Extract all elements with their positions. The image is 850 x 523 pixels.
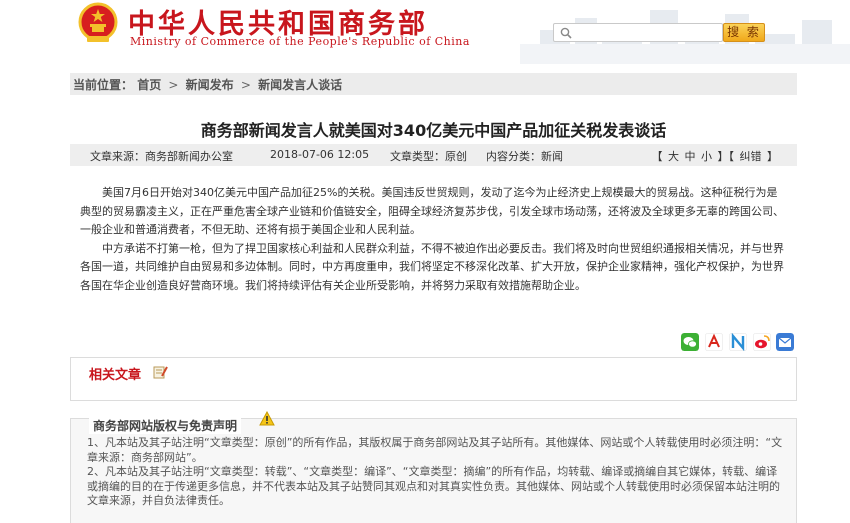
breadcrumb-separator: > <box>240 78 251 92</box>
wechat-share-icon[interactable] <box>681 333 699 351</box>
error-report-button[interactable]: 纠错 <box>740 150 762 163</box>
pdf-share-icon[interactable] <box>705 333 723 351</box>
breadcrumb-news-release-link[interactable]: 新闻发布 <box>186 78 234 92</box>
site-header: 中华人民共和国商务部 Ministry of Commerce of the P… <box>0 0 850 64</box>
bracket-middle: 】【 <box>717 150 735 163</box>
bracket-close: 】 <box>767 150 778 163</box>
article-title: 商务部新闻发言人就美国对340亿美元中国产品加征关税发表谈话 <box>200 121 667 140</box>
article-source: 文章来源：商务部新闻办公室 <box>90 150 233 163</box>
search-icon <box>560 27 572 39</box>
breadcrumb-spokesperson-link[interactable]: 新闻发言人谈话 <box>258 78 342 92</box>
copyright-text: 1、凡本站及其子站注明“文章类型：原创”的所有作品，其版权属于商务部网站及其子站… <box>87 436 787 509</box>
font-medium-button[interactable]: 中 <box>685 150 696 163</box>
related-articles-title: 相关文章 <box>89 368 142 383</box>
copyright-title: 商务部网站版权与免责声明 <box>89 417 242 434</box>
font-small-button[interactable]: 小 <box>701 150 712 163</box>
search-input[interactable] <box>553 23 723 42</box>
breadcrumb-separator: > <box>168 78 179 92</box>
article-body: 美国7月6日开始对340亿美元中国产品加征25%的关税。美国违反世贸规则，发动了… <box>80 184 788 295</box>
n-share-icon[interactable] <box>729 333 747 351</box>
breadcrumb-prefix: 当前位置： <box>73 78 134 92</box>
copyright-item: 2、凡本站及其子站注明“文章类型：转载”、“文章类型：编译”、“文章类型：摘编”… <box>87 465 780 507</box>
article-type: 文章类型：原创 <box>390 150 467 163</box>
font-large-button[interactable]: 大 <box>668 150 679 163</box>
national-emblem-icon[interactable] <box>78 2 118 44</box>
copyright-disclaimer-section: 商务部网站版权与免责声明 1、凡本站及其子站注明“文章类型：原创”的所有作品，其… <box>70 411 797 523</box>
copyright-item: 1、凡本站及其子站注明“文章类型：原创”的所有作品，其版权属于商务部网站及其子站… <box>87 436 783 464</box>
warning-icon <box>259 411 275 426</box>
article-category: 内容分类：新闻 <box>486 150 563 163</box>
site-title-english[interactable]: Ministry of Commerce of the People's Rep… <box>130 35 470 48</box>
font-size-controls: 【 大 中 小 】【 纠错 】 <box>651 148 780 164</box>
bracket-open: 【 <box>651 150 663 163</box>
article-date: 2018-07-06 12:05 <box>270 148 370 161</box>
breadcrumb-home-link[interactable]: 首页 <box>137 78 161 92</box>
article-meta-bar: 文章来源：商务部新闻办公室 2018-07-06 12:05 文章类型：原创 内… <box>70 144 797 166</box>
pencil-note-icon <box>153 366 168 379</box>
search-button[interactable]: 搜 索 <box>723 23 765 42</box>
weibo-share-icon[interactable] <box>753 333 771 351</box>
email-share-icon[interactable] <box>776 333 794 351</box>
article-paragraph: 美国7月6日开始对340亿美元中国产品加征25%的关税。美国违反世贸规则，发动了… <box>80 186 784 236</box>
breadcrumb: 当前位置： 首页 > 新闻发布 > 新闻发言人谈话 <box>70 73 797 95</box>
article-paragraph: 中方承诺不打第一枪，但为了捍卫国家核心利益和人民群众利益，不得不被迫作出必要反击… <box>80 241 784 292</box>
related-articles-section: 相关文章 <box>70 357 797 401</box>
